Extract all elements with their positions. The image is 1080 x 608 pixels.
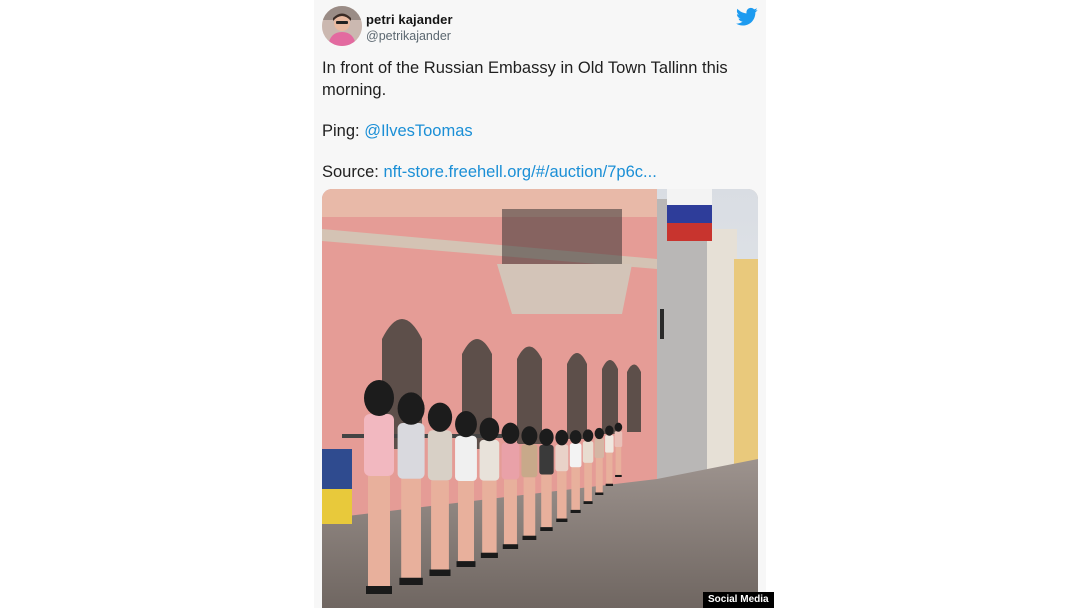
tweet-text-line: In front of the Russian Embassy in Old T…: [322, 59, 728, 99]
photo-credit: Social Media: [703, 592, 774, 608]
tweet-photo[interactable]: [322, 189, 758, 608]
tweet-body: In front of the Russian Embassy in Old T…: [322, 57, 752, 183]
source-line: Source: nft-store.freehell.org/#/auction…: [322, 161, 752, 183]
ping-line: Ping: @IlvesToomas: [322, 120, 752, 142]
source-link[interactable]: nft-store.freehell.org/#/auction/7p6c...: [383, 163, 656, 181]
author-handle[interactable]: @petrikajander: [366, 29, 451, 43]
mention-link[interactable]: @IlvesToomas: [364, 122, 472, 140]
twitter-bird-icon[interactable]: [736, 7, 758, 27]
ping-label: Ping:: [322, 122, 365, 140]
author-avatar[interactable]: [322, 6, 362, 46]
source-label: Source:: [322, 163, 384, 181]
author-name[interactable]: petri kajander: [366, 12, 453, 27]
tweet-card: petri kajander @petrikajander In front o…: [314, 0, 766, 608]
